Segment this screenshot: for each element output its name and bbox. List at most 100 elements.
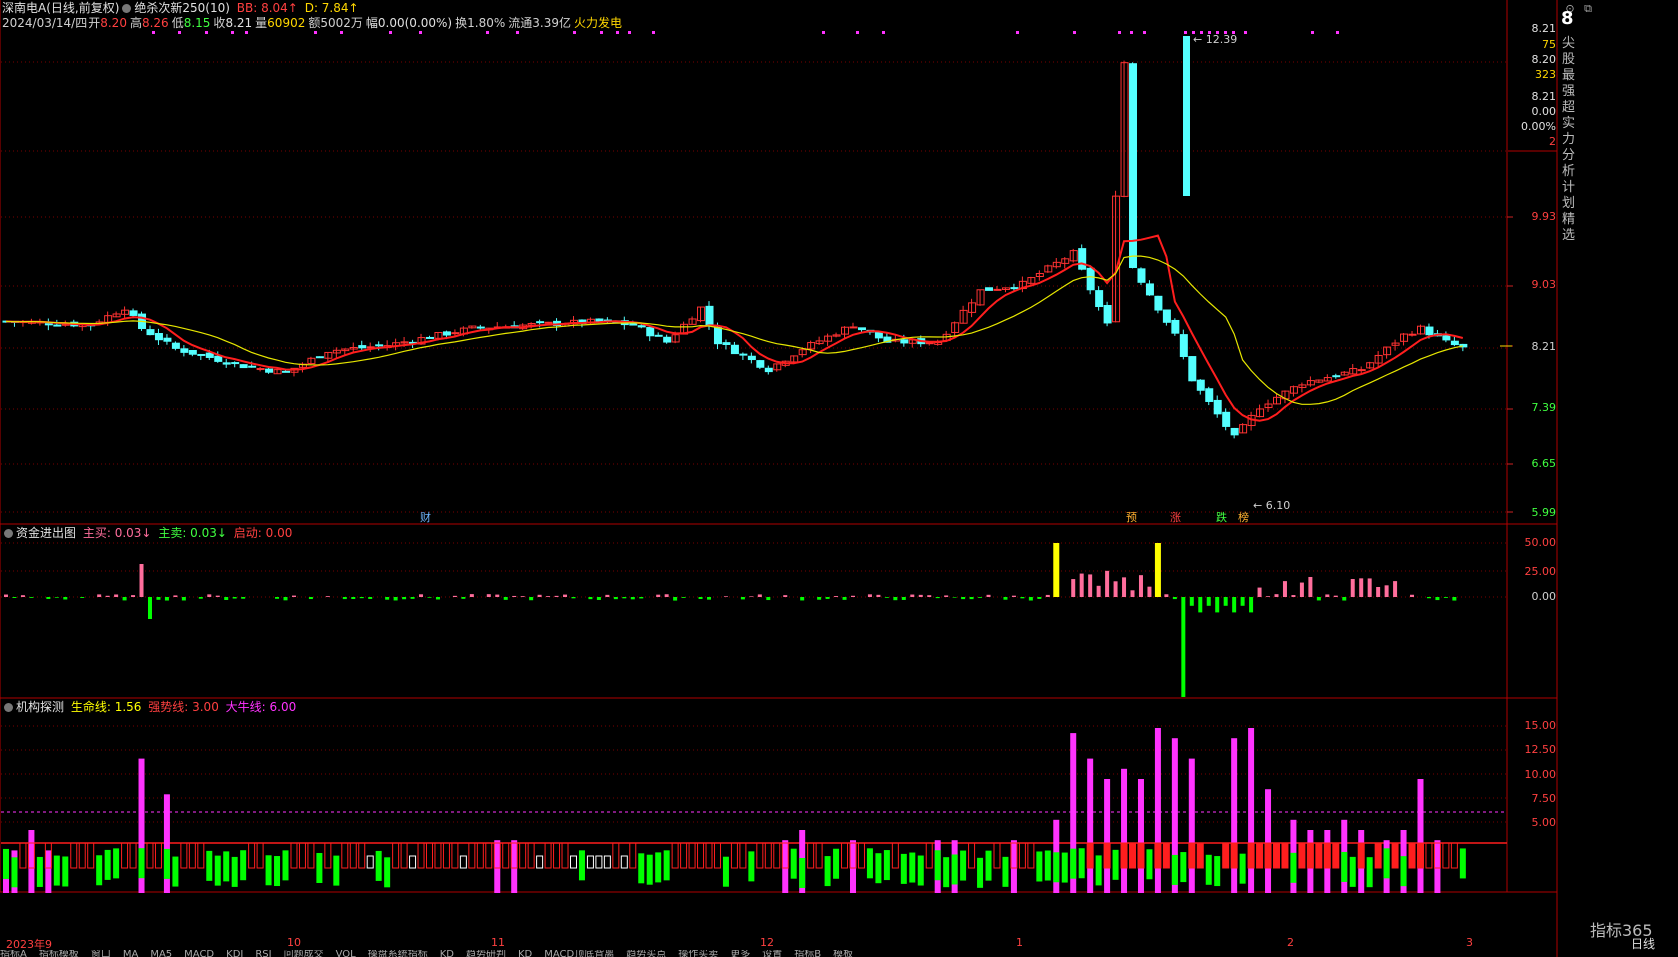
- inst-bar-green: [799, 857, 806, 888]
- fund-bar: [435, 597, 440, 600]
- bottom-tab[interactable]: RSI: [255, 950, 271, 957]
- indicator-menu-icon[interactable]: [122, 4, 132, 13]
- bottom-tab[interactable]: KD: [518, 950, 532, 957]
- bottom-tab[interactable]: 窗口: [91, 950, 111, 957]
- inst-bar-red: [324, 842, 332, 869]
- time-label: 12: [760, 936, 774, 949]
- inst-title[interactable]: 机构探测: [16, 700, 64, 714]
- quote-date: 2024/03/14/四: [2, 16, 88, 30]
- top-signal-dot: [419, 31, 422, 34]
- bottom-tab[interactable]: 指标A: [0, 950, 27, 957]
- fund-menu-icon[interactable]: [4, 529, 13, 538]
- inst-bar-magenta: [850, 840, 856, 893]
- candle: [544, 321, 553, 324]
- fund-bar: [834, 596, 839, 597]
- candle: [1162, 309, 1171, 323]
- fund-sell: 主卖: 0.03↓: [158, 526, 227, 540]
- fund-bar: [198, 597, 203, 599]
- side-panel-text[interactable]: 尖股最强超实力分析计划精选: [1562, 36, 1576, 244]
- side-panel-glyph[interactable]: 8: [1561, 8, 1574, 29]
- fund-bar: [851, 595, 855, 597]
- inst-bar-red: [180, 842, 188, 869]
- inst-bar-green: [1383, 848, 1390, 879]
- bottom-tab[interactable]: 更多: [730, 950, 750, 957]
- bottom-tab[interactable]: 问题成交: [284, 950, 324, 957]
- inst-bar-magenta: [45, 850, 52, 893]
- inst-bar-red: [400, 842, 408, 869]
- inst-bar-green: [1095, 855, 1102, 886]
- candle: [282, 370, 291, 373]
- high-value: 8.26: [141, 16, 169, 30]
- bottom-tab[interactable]: 趋势研判: [466, 950, 506, 957]
- top-signal-dot: [600, 31, 603, 34]
- fund-title[interactable]: 资金进出图: [16, 526, 76, 540]
- bottom-tab[interactable]: 指标模板: [39, 950, 79, 957]
- bottom-tab[interactable]: 操盘系统指标: [368, 950, 428, 957]
- event-mark: 预: [1126, 511, 1137, 524]
- close-value: 8.21: [225, 16, 253, 30]
- fund-bar: [486, 594, 491, 597]
- info-bid-vol: 75: [1542, 38, 1556, 51]
- top-signal-dot: [389, 31, 392, 34]
- bottom-tab[interactable]: 设置: [762, 950, 782, 957]
- bottom-tab[interactable]: 模板: [833, 950, 853, 957]
- inst-bar-red: [612, 842, 620, 869]
- bottom-tab[interactable]: 趋势买点: [626, 950, 666, 957]
- candle: [536, 321, 545, 324]
- bull-line: 大牛线: 6.00: [225, 700, 297, 714]
- inst-bar-green: [1070, 848, 1077, 879]
- inst-menu-icon[interactable]: [4, 703, 13, 712]
- bottom-tab[interactable]: KDJ: [226, 950, 243, 957]
- fund-bar: [63, 597, 68, 600]
- fund-bar: [740, 597, 745, 600]
- inst-bar-green: [824, 856, 831, 887]
- candle: [1332, 375, 1341, 378]
- fund-bar: [325, 596, 330, 597]
- inst-bar-red: [78, 842, 86, 869]
- bottom-tab-strip[interactable]: 指标A 指标模板 窗口 MA MA5 MACD KDJ RSI 问题成交 VOL 操盘系统指标 KD 趋…: [0, 950, 1678, 957]
- fund-bar: [1308, 576, 1313, 597]
- candle: [1213, 399, 1222, 415]
- bottom-tab[interactable]: 操作买卖: [678, 950, 718, 957]
- inst-bar-red: [451, 842, 459, 869]
- bottom-tab[interactable]: MA5: [150, 950, 172, 957]
- indicator-name[interactable]: 绝杀次新250(10): [134, 1, 230, 15]
- inst-bar-magenta: [511, 840, 518, 893]
- inst-bar-red: [764, 842, 772, 869]
- inst-bar-red: [1425, 842, 1433, 869]
- bottom-tab[interactable]: MA: [123, 950, 138, 957]
- inst-bar-green: [96, 855, 103, 886]
- top-signal-dot: [616, 31, 619, 34]
- inst-bar-green: [1180, 852, 1187, 883]
- fund-bar: [1020, 597, 1025, 599]
- fund-bar: [707, 597, 712, 600]
- inst-bar-red: [713, 842, 721, 869]
- inst-bar-red: [891, 842, 899, 869]
- restore-icon[interactable]: ⧉: [1584, 2, 1592, 15]
- bottom-tab[interactable]: KD: [440, 950, 454, 957]
- fund-bar: [1232, 597, 1237, 613]
- chart-canvas[interactable]: ← 12.39 ← 6.10 财 预 涨 跌榜: [0, 0, 1678, 957]
- fund-bar: [1206, 597, 1211, 606]
- inst-bar-red: [1323, 842, 1331, 869]
- bottom-tab[interactable]: MACD: [184, 950, 214, 957]
- inst-bar-red: [1374, 842, 1382, 869]
- inst-bar-green: [977, 857, 984, 888]
- inst-bar-red: [87, 842, 95, 869]
- main-header: 深南电A(日线,前复权) 绝杀次新250(10) BB: 8.04↑ D: 7.8…: [2, 1, 362, 15]
- bottom-tab[interactable]: VOL: [336, 950, 356, 957]
- candle: [442, 331, 451, 336]
- fund-bar: [1147, 586, 1152, 597]
- price-tick: 9.03: [1531, 278, 1557, 291]
- fund-bar: [1079, 573, 1084, 597]
- fund-bar: [291, 595, 296, 597]
- bottom-tab[interactable]: MACD顶底背离: [544, 950, 614, 957]
- candle: [663, 336, 672, 343]
- top-signal-dot: [314, 31, 317, 34]
- bottom-tab[interactable]: 指标B: [794, 950, 821, 957]
- top-signal-dot: [486, 31, 489, 34]
- sector-name[interactable]: 火力发电: [574, 16, 622, 30]
- info-ask: 8.20: [1531, 53, 1557, 66]
- inst-bar-red: [1264, 842, 1272, 869]
- inst-bar-red: [1162, 842, 1170, 869]
